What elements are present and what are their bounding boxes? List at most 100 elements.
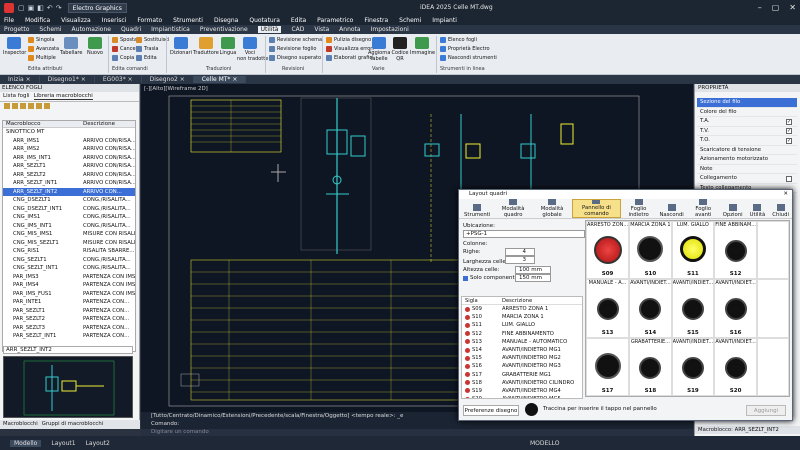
layout-tab[interactable]: Layout1 [51, 440, 75, 447]
menu-item-parametrico[interactable]: Parametrico [317, 17, 353, 24]
sostituisci-button[interactable]: Sostituisci [136, 37, 169, 43]
ubicazione-select[interactable]: +PSG-1 [463, 230, 585, 238]
menu-item-finestra[interactable]: Finestra [364, 17, 388, 24]
signal-row[interactable]: S13 MANUALE - AUTOMATICO [462, 338, 582, 346]
tree-row[interactable]: PAR_IMS_FUS1 PARTENZA CON IMS... [3, 290, 135, 299]
tree-row[interactable]: ARR_IMS2 ARRIVO CON/RISA... [3, 145, 135, 154]
dizionari-button[interactable]: Dizionari [169, 37, 193, 56]
lingua-button[interactable]: Lingua [219, 37, 237, 56]
tree-row[interactable]: PAR_INTE1 PARTENZA CON... [3, 298, 135, 307]
tree-row[interactable]: PAR_SEZLT1 PARTENZA CON... [3, 307, 135, 316]
folder-icon[interactable] [4, 103, 10, 109]
solo-checkbox[interactable] [463, 275, 468, 281]
tab-preventivazione[interactable]: Preventivazione [200, 26, 248, 33]
property-row[interactable]: Sezione del filo [697, 98, 797, 108]
tab-impostazioni[interactable]: Impostazioni [371, 26, 409, 33]
altezza-stepper[interactable]: 150 mm [515, 274, 551, 282]
panel-cell[interactable] [757, 279, 789, 338]
panel-cell[interactable]: AVANTI/INDIET... S15 [671, 279, 715, 338]
property-row[interactable]: Scaricatore di tensione [697, 146, 797, 155]
nuovo-button[interactable]: Nuovo [84, 37, 106, 56]
viewport-label[interactable]: [-][Alto][Wireframe 2D] [144, 86, 208, 92]
tree-row[interactable]: CNG_RIS1 RISALITA SBARRE... [3, 247, 135, 256]
tree-row[interactable]: ARR_IMS1 ARRIVO CON/RISA... [3, 137, 135, 146]
tree-row[interactable]: PAR_IMS4 PARTENZA CON IMS... [3, 281, 135, 290]
column-header[interactable]: Sigla [462, 297, 502, 304]
proprieta-button[interactable]: Proprietà Electro [440, 46, 490, 52]
signal-row[interactable]: S14 AVANTI/INDIETRO MG1 [462, 346, 582, 354]
maximize-icon[interactable]: ▢ [772, 3, 780, 12]
toolbar-strumenti[interactable]: Strumenti [461, 199, 493, 218]
panel-cell[interactable]: ARRESTO ZON... S09 [586, 221, 630, 280]
redo-icon[interactable]: ↷ [56, 4, 62, 12]
tree-row[interactable]: CNG_SEZLT_INT1 CONG./RISALITA... [3, 264, 135, 273]
aggiorna-button[interactable]: Aggiorna tabelle [368, 37, 390, 62]
tab-cad[interactable]: CAD [291, 26, 304, 33]
property-row[interactable]: T.A. ✓ [697, 117, 797, 127]
tree-row[interactable]: ARR_SEZLT_INT2 ARRIVO CON... [3, 187, 135, 196]
tree-row[interactable]: CNG_DSEZLT_INT1 CONG./RISALITA... [3, 205, 135, 214]
copia-button[interactable]: Copia [112, 55, 134, 61]
command-input[interactable]: Digitare un comando [141, 429, 693, 436]
panel-cell[interactable]: AVANTI/INDIET... S14 [629, 279, 672, 338]
tree-row[interactable]: PAR_IMS3 PARTENZA CON IMS... [3, 273, 135, 282]
vis-errori-button[interactable]: Visualizza errori [326, 46, 374, 52]
signal-row[interactable]: S16 AVANTI/INDIETRO MG3 [462, 362, 582, 370]
panel-cell[interactable]: FINE ABBINAM... S12 [714, 221, 758, 280]
property-row[interactable]: T.O. ✓ [697, 136, 797, 146]
tab-vista[interactable]: Vista [314, 26, 329, 33]
tree-row[interactable]: CNG_DSEZLT1 CONG./RISALITA... [3, 196, 135, 205]
property-checkbox[interactable]: ✓ [786, 137, 792, 144]
panel-cell[interactable]: LUM. GIALLO S11 [671, 221, 715, 280]
menu-item-disegna[interactable]: Disegna [214, 17, 238, 24]
property-row[interactable]: T.V. ✓ [697, 127, 797, 136]
column-header[interactable]: Descrizione [83, 121, 115, 127]
edita-button[interactable]: Edita [136, 55, 157, 61]
singola-button[interactable]: Singola [28, 37, 54, 43]
panel-cell[interactable] [757, 221, 789, 280]
tab-lista-fogli[interactable]: Lista fogli [3, 93, 30, 100]
tree-row[interactable]: CNG_MIS_SEZLT1 MISURE CON RISALI... [3, 239, 135, 248]
aggiungi-button[interactable]: Aggiungi [746, 405, 786, 416]
layout-tab[interactable]: Layout2 [86, 440, 110, 447]
menu-item-edita[interactable]: Edita [291, 17, 306, 24]
doc-tab[interactable]: Disegno1* × [40, 76, 95, 83]
tree-row[interactable]: PAR_SEZLT3 PARTENZA CON... [3, 324, 135, 333]
tab-schemi[interactable]: Schemi [39, 26, 61, 33]
tab-libreria[interactable]: Libreria macroblocchi [33, 93, 93, 100]
tab-macroblocchi[interactable]: Macroblocchi [3, 420, 38, 429]
doc-tab[interactable]: Inizia × [0, 76, 40, 83]
toolbar-modalità-globale[interactable]: Modalità globale [533, 199, 571, 218]
tab-progetto[interactable]: Progetto [4, 26, 29, 33]
toolbar-foglio-indietro[interactable]: Foglio indietro [622, 199, 656, 218]
signal-row[interactable]: S19 AVANTI/INDIETRO MG4 [462, 387, 582, 395]
tree-row[interactable]: PAR_SEZLT_INT1 PARTENZA CON... [3, 332, 135, 341]
property-checkbox[interactable]: ✓ [786, 118, 792, 125]
elaborati-button[interactable]: Elaborati grafici [326, 55, 374, 61]
toolbar-nascondi[interactable]: Nascondi [656, 199, 686, 218]
tree-row[interactable]: SINOTTICO MT [3, 128, 135, 137]
refresh-icon[interactable] [44, 103, 50, 109]
disegno-superato-button[interactable]: Disegno superato [269, 55, 321, 61]
panel-cell[interactable]: AVANTI/INDIET... S20 [714, 337, 758, 396]
toolbar-utilità[interactable]: Utilità [747, 199, 769, 218]
cap-icon[interactable] [525, 403, 538, 416]
nascondi-button[interactable]: Nascondi strumenti [440, 55, 497, 61]
tree-row[interactable]: CNG_SEZLT1 CONG./RISALITA... [3, 256, 135, 265]
toolbar-pannello-di-comando[interactable]: Pannello di comando [572, 199, 621, 218]
tab-utilità[interactable]: Utilità [257, 26, 282, 33]
layout-tab[interactable]: Modello [10, 439, 42, 447]
qr-button[interactable]: Codice QR [391, 37, 409, 62]
save-icon[interactable]: ◧ [37, 4, 44, 12]
menu-item-visualizza[interactable]: Visualizza [61, 17, 91, 24]
column-header[interactable]: Descrizione [502, 297, 532, 304]
folder-icon[interactable] [12, 103, 18, 109]
multiple-button[interactable]: Multiple [28, 55, 56, 61]
tab-impiantistica[interactable]: Impiantistica [151, 26, 190, 33]
new-icon[interactable]: ▢ [18, 4, 25, 12]
panel-cell[interactable] [757, 337, 789, 396]
menu-item-impianti[interactable]: Impianti [432, 17, 457, 24]
menu-item-inserisci[interactable]: Inserisci [102, 17, 127, 24]
sposta-button[interactable]: Sposta [112, 37, 137, 43]
toolbar-foglio-avanti[interactable]: Foglio avanti [688, 199, 719, 218]
